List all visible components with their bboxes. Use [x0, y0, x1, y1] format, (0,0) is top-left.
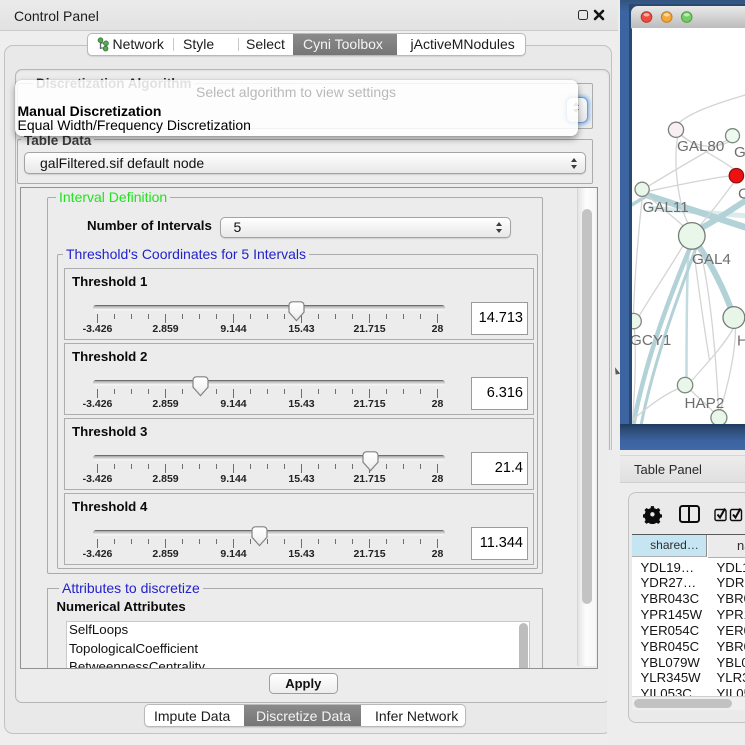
svg-text:C: C [738, 186, 745, 203]
svg-text:HAP2: HAP2 [684, 395, 724, 412]
svg-text:GA: GA [734, 144, 745, 161]
svg-text:GCY1: GCY1 [632, 332, 671, 349]
svg-text:H: H [737, 333, 745, 350]
svg-text:GAL80: GAL80 [677, 138, 724, 155]
svg-text:GAL11: GAL11 [642, 199, 688, 216]
svg-text:GAL4: GAL4 [692, 251, 731, 268]
